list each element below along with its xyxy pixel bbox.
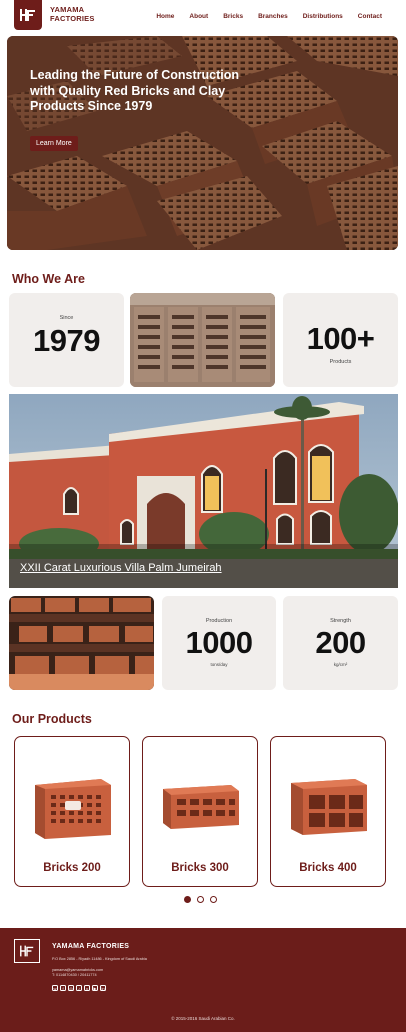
since-card: Since 1979 <box>9 293 124 387</box>
tiktok-icon[interactable]: ♪ <box>76 985 82 991</box>
products-count-label: Products <box>329 359 352 365</box>
product-card-bricks-400[interactable]: Bricks 400 <box>270 736 386 887</box>
whatsapp-icon[interactable]: w <box>52 985 58 991</box>
brick-300-icon <box>163 785 239 829</box>
footer-logo[interactable] <box>14 939 40 963</box>
product-name: Bricks 300 <box>171 862 229 874</box>
brand-line-1: YAMAMA <box>50 5 85 14</box>
brick-stacks-image <box>9 596 154 690</box>
facebook-icon[interactable]: f <box>60 985 66 991</box>
footer-logo-mark-icon <box>20 945 34 957</box>
strength-value: 200 <box>315 625 366 660</box>
learn-more-button[interactable]: Learn More <box>30 136 78 151</box>
brick-stacks-photo <box>9 596 154 690</box>
logo-mark-icon <box>20 9 35 21</box>
footer-email[interactable]: yamama@yamamabricks.com <box>52 968 103 972</box>
logo[interactable] <box>14 0 42 30</box>
strength-label: Strength <box>330 618 351 624</box>
nav-home[interactable]: Home <box>156 13 174 20</box>
main-nav: Home About Bricks Branches Distributions… <box>141 13 382 20</box>
footer-address: P.O Box 2856 - Riyadh 11486 - Kingdom of… <box>52 957 147 961</box>
brick-400-icon <box>291 779 367 835</box>
footer-phone: T: 0114870430 / 20411774 <box>52 973 97 977</box>
brand-name: YAMAMA FACTORIES <box>50 5 95 23</box>
brand-line-2: FACTORIES <box>50 14 95 23</box>
nav-contact[interactable]: Contact <box>358 13 382 20</box>
carousel-dot-1[interactable] <box>184 896 191 903</box>
instagram-icon[interactable]: ◎ <box>68 985 74 991</box>
who-we-are-title: Who We Are <box>12 272 85 286</box>
our-products-title: Our Products <box>12 712 92 726</box>
youtube-icon[interactable]: ▶ <box>92 985 98 991</box>
clay-blocks-photo <box>130 293 275 387</box>
x-icon[interactable]: x <box>84 985 90 991</box>
production-unit: tons/day <box>210 662 228 667</box>
social-links: w f ◎ ♪ x ▶ in <box>52 985 106 991</box>
nav-about[interactable]: About <box>189 13 208 20</box>
site-header: YAMAMA FACTORIES Home About Bricks Branc… <box>0 0 406 34</box>
production-label: Production <box>205 618 233 624</box>
villa-photo <box>9 394 398 588</box>
brick-200-icon <box>35 779 111 839</box>
hero-banner: Leading the Future of Construction with … <box>7 36 398 250</box>
nav-branches[interactable]: Branches <box>258 13 288 20</box>
villa-image[interactable]: XXII Carat Luxurious Villa Palm Jumeirah <box>9 394 398 588</box>
production-value: 1000 <box>185 625 253 660</box>
site-footer: YAMAMA FACTORIES P.O Box 2856 - Riyadh 1… <box>0 928 406 1032</box>
carousel-dot-2[interactable] <box>197 896 204 903</box>
products-count-card: 100+ Products <box>283 293 398 387</box>
footer-brand: YAMAMA FACTORIES <box>52 943 130 950</box>
linkedin-icon[interactable]: in <box>100 985 106 991</box>
since-label: Since <box>59 315 74 321</box>
since-value: 1979 <box>33 323 100 358</box>
clay-blocks-image <box>130 293 275 387</box>
product-card-bricks-200[interactable]: Bricks 200 <box>14 736 130 887</box>
villa-caption[interactable]: XXII Carat Luxurious Villa Palm Jumeirah <box>20 562 222 574</box>
nav-distributions[interactable]: Distributions <box>303 13 343 20</box>
product-card-bricks-300[interactable]: Bricks 300 <box>142 736 258 887</box>
strength-unit: kg/cm² <box>333 662 348 667</box>
products-count-value: 100+ <box>306 321 375 356</box>
carousel-dot-3[interactable] <box>210 896 217 903</box>
product-name: Bricks 200 <box>43 862 101 874</box>
footer-copyright: © 2015-2016 Saudi Arabian Co. <box>171 1016 235 1021</box>
nav-bricks[interactable]: Bricks <box>223 13 243 20</box>
hero-title: Leading the Future of Construction with … <box>30 68 240 113</box>
carousel-dots <box>184 896 217 903</box>
strength-card: Strength 200 kg/cm² <box>283 596 398 690</box>
product-name: Bricks 400 <box>299 862 357 874</box>
production-card: Production 1000 tons/day <box>162 596 276 690</box>
